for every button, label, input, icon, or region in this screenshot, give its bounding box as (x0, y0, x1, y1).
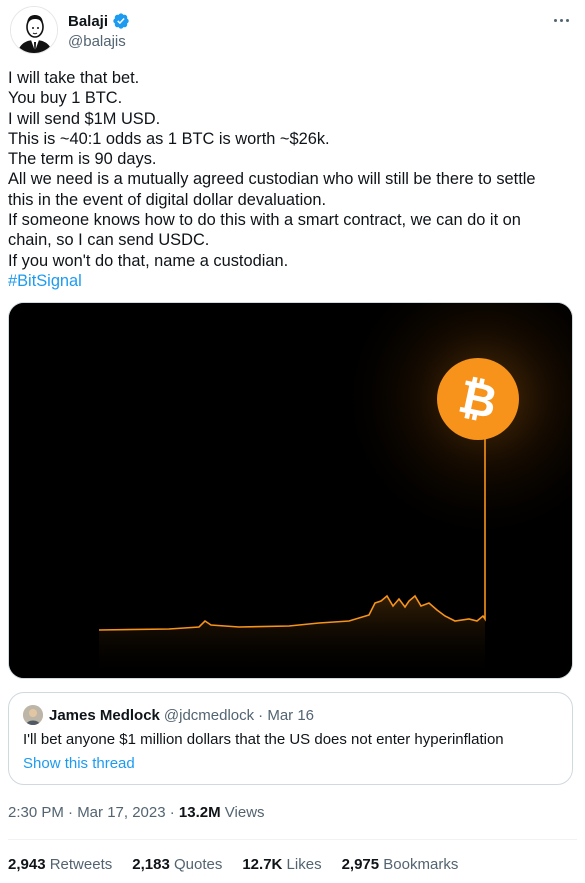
bookmarks-label: Bookmarks (383, 856, 459, 873)
tweet-header: Balaji @balajis (8, 6, 577, 58)
tweet-line: If someone knows how to do this with a s… (8, 211, 521, 230)
verified-badge-icon (112, 12, 130, 30)
bitcoin-chart-image: ₿ (9, 303, 572, 678)
tweet-meta: 2:30 PM · Mar 17, 2023 · 13.2M Views (8, 804, 265, 821)
more-options-icon[interactable] (549, 10, 573, 30)
views-label: Views (220, 804, 265, 821)
tweet-line: You buy 1 BTC. (8, 89, 123, 108)
quotes-label: Quotes (173, 856, 223, 873)
tweet-line: I will send $1M USD. (8, 109, 161, 128)
views-count: 13.2M (178, 804, 221, 821)
quoted-text: I'll bet anyone $1 million dollars that … (23, 731, 504, 748)
tweet-line: This is ~40:1 odds as 1 BTC is worth ~$2… (8, 129, 330, 148)
tweet-line: I will take that bet. (8, 69, 140, 87)
quoted-author-name[interactable]: James Medlock (49, 707, 160, 724)
author-handle[interactable]: @balajis (68, 33, 126, 50)
likes-label: Likes (286, 856, 322, 873)
quoted-tweet[interactable]: James Medlock @jdcmedlock · Mar 16 I'll … (8, 692, 573, 785)
bookmarks-stat[interactable]: 2,975 Bookmarks (342, 856, 459, 873)
quoted-author-avatar[interactable] (23, 705, 43, 725)
tweet-line: The term is 90 days. (8, 150, 157, 169)
bookmarks-count: 2,975 (341, 856, 380, 873)
retweets-count: 2,943 (8, 856, 46, 873)
tweet-timestamp[interactable]: 2:30 PM · Mar 17, 2023 · (8, 804, 179, 821)
tweet-line: All we need is a mutually agreed custodi… (8, 170, 536, 189)
tweet-line: If you won't do that, name a custodian. (8, 251, 289, 270)
author-portrait-icon (11, 7, 57, 53)
engagement-stats: 2,943 Retweets 2,183 Quotes 12.7K Likes … (8, 856, 478, 873)
quoted-author-handle[interactable]: @jdcmedlock (164, 707, 254, 724)
show-thread-link[interactable]: Show this thread (23, 755, 135, 772)
bitcoin-icon: ₿ (437, 358, 519, 440)
quoted-date: · Mar 16 (258, 706, 315, 724)
hashtag-link[interactable]: #BitSignal (8, 271, 578, 291)
retweets-stat[interactable]: 2,943 Retweets (8, 856, 112, 873)
likes-stat[interactable]: 12.7K Likes (242, 856, 321, 873)
tweet-line: chain, so I can send USDC. (8, 231, 210, 250)
retweets-label: Retweets (49, 856, 113, 873)
tweet-image[interactable]: ₿ (8, 302, 573, 679)
quotes-stat[interactable]: 2,183 Quotes (132, 856, 222, 873)
author-avatar[interactable] (10, 6, 58, 54)
tweet-text: I will take that bet. You buy 1 BTC. I w… (8, 68, 578, 291)
author-name[interactable]: Balaji (68, 13, 108, 30)
likes-count: 12.7K (242, 856, 283, 873)
divider (8, 839, 577, 840)
tweet-line: this in the event of digital dollar deva… (8, 190, 327, 209)
quotes-count: 2,183 (132, 856, 170, 873)
